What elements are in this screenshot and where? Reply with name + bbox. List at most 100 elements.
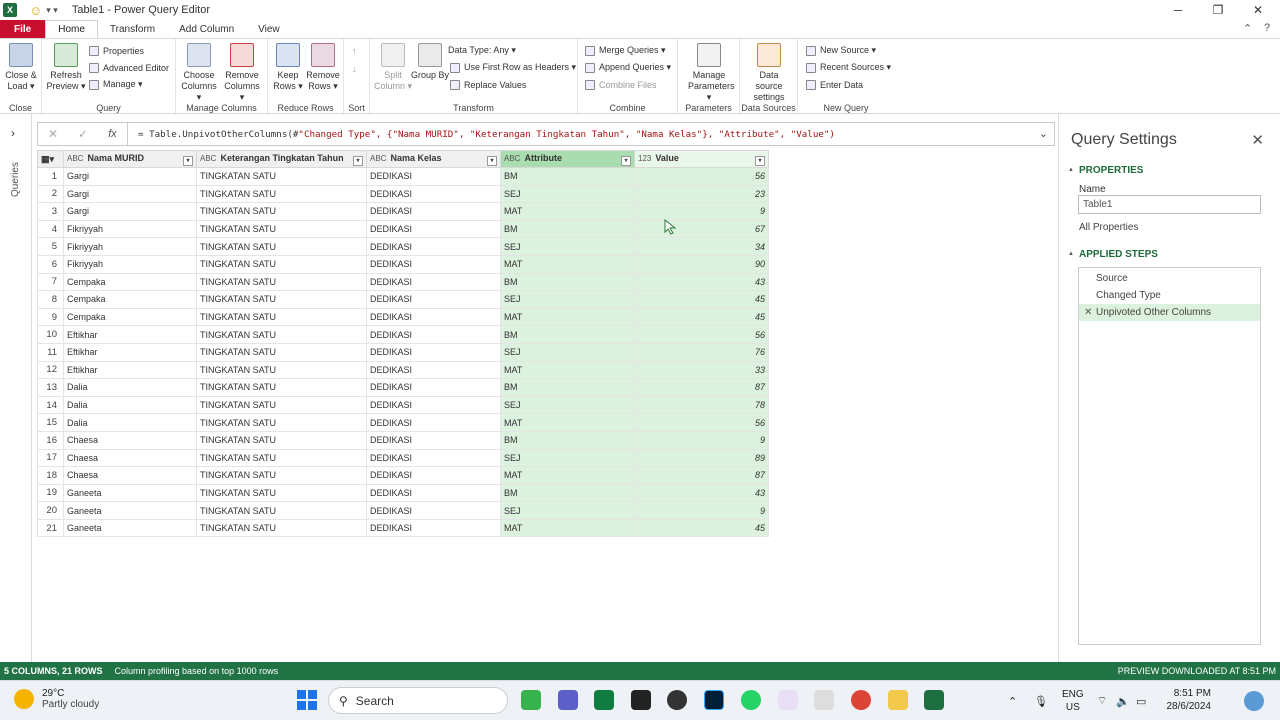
tab-add-column[interactable]: Add Column <box>167 20 246 38</box>
cell-nama-kelas[interactable]: DEDIKASI <box>366 430 501 450</box>
row-number[interactable]: 8 <box>37 290 64 309</box>
cell-nama-murid[interactable]: Eftikhar <box>63 360 197 380</box>
table-row[interactable]: 4 Fikriyyah TINGKATAN SATU DEDIKASI BM 67 <box>37 219 769 239</box>
cell-value[interactable]: 45 <box>634 307 769 327</box>
obs-icon[interactable] <box>667 690 687 710</box>
cell-attribute[interactable]: SEJ <box>500 501 635 520</box>
collapse-ribbon-icon[interactable]: ⌃ <box>1243 22 1252 35</box>
data-grid[interactable]: ▦▾ ABC Nama MURID ▾ ABC Keterangan Tingkata… <box>37 150 769 538</box>
row-number[interactable]: 16 <box>37 430 64 450</box>
row-number[interactable]: 14 <box>37 395 64 415</box>
cell-attribute[interactable]: MAT <box>500 202 635 221</box>
cell-value[interactable]: 45 <box>634 518 769 538</box>
combine-files-button[interactable]: Combine Files <box>585 77 657 92</box>
cell-nama-kelas[interactable]: DEDIKASI <box>366 325 501 344</box>
row-number[interactable]: 21 <box>37 518 64 538</box>
cell-keterangan[interactable]: TINGKATAN SATU <box>196 483 367 503</box>
column-header-nama-kelas[interactable]: ABC Nama Kelas ▾ <box>366 150 501 168</box>
cell-value[interactable]: 76 <box>634 342 769 362</box>
cell-nama-murid[interactable]: Cempaka <box>63 272 197 292</box>
cell-attribute[interactable]: MAT <box>500 413 635 432</box>
snipping-tool-icon[interactable] <box>778 690 798 710</box>
weather-widget[interactable]: 29°C Partly cloudy <box>14 688 99 710</box>
row-number[interactable]: 12 <box>37 360 64 380</box>
copilot-icon[interactable] <box>1244 691 1264 711</box>
queries-pane[interactable]: › Queries <box>0 114 32 662</box>
cell-attribute[interactable]: SEJ <box>500 290 635 309</box>
commit-formula-icon[interactable]: ✓ <box>68 127 98 141</box>
table-row[interactable]: 12 Eftikhar TINGKATAN SATU DEDIKASI MAT 33 <box>37 360 769 380</box>
remove-rows-button[interactable]: Remove Rows ▾ <box>303 43 343 92</box>
filter-dropdown-icon[interactable]: ▾ <box>183 155 193 166</box>
cell-nama-murid[interactable]: Cempaka <box>63 290 197 309</box>
sort-descending-icon[interactable]: ↓ <box>352 61 357 76</box>
cell-keterangan[interactable]: TINGKATAN SATU <box>196 167 367 186</box>
cell-value[interactable]: 45 <box>634 290 769 309</box>
cell-nama-kelas[interactable]: DEDIKASI <box>366 254 501 274</box>
recent-sources-button[interactable]: Recent Sources ▾ <box>806 60 891 75</box>
merge-queries-button[interactable]: Merge Queries ▾ <box>585 43 666 58</box>
row-number[interactable]: 3 <box>37 202 64 221</box>
advanced-editor-button[interactable]: Advanced Editor <box>89 60 169 75</box>
cell-nama-kelas[interactable]: DEDIKASI <box>366 483 501 503</box>
cell-nama-kelas[interactable]: DEDIKASI <box>366 518 501 538</box>
table-row[interactable]: 9 Cempaka TINGKATAN SATU DEDIKASI MAT 45 <box>37 307 769 327</box>
cell-nama-murid[interactable]: Dalia <box>63 413 197 432</box>
cell-attribute[interactable]: BM <box>500 430 635 450</box>
capcut-icon[interactable] <box>631 690 651 710</box>
cell-keterangan[interactable]: TINGKATAN SATU <box>196 413 367 432</box>
expand-formula-icon[interactable]: ⌄ <box>1039 127 1048 140</box>
cell-attribute[interactable]: BM <box>500 325 635 344</box>
cell-keterangan[interactable]: TINGKATAN SATU <box>196 378 367 397</box>
cell-nama-kelas[interactable]: DEDIKASI <box>366 184 501 204</box>
cell-keterangan[interactable]: TINGKATAN SATU <box>196 342 367 362</box>
type-icon[interactable]: ABC <box>67 154 83 163</box>
append-queries-button[interactable]: Append Queries ▾ <box>585 60 671 75</box>
photoshop-icon[interactable] <box>704 690 724 710</box>
filter-dropdown-icon[interactable]: ▾ <box>353 155 363 166</box>
sort-ascending-icon[interactable]: ↑ <box>352 43 357 58</box>
maximize-button[interactable]: ❐ <box>1198 0 1238 20</box>
column-header-keterangan[interactable]: ABC Keterangan Tingkatan Tahun ▾ <box>196 150 367 168</box>
cell-nama-murid[interactable]: Fikriyyah <box>63 254 197 274</box>
row-number[interactable]: 9 <box>37 307 64 327</box>
cell-nama-murid[interactable]: Chaesa <box>63 466 197 485</box>
cell-attribute[interactable]: MAT <box>500 254 635 274</box>
cell-keterangan[interactable]: TINGKATAN SATU <box>196 290 367 309</box>
row-number[interactable]: 7 <box>37 272 64 292</box>
cell-keterangan[interactable]: TINGKATAN SATU <box>196 325 367 344</box>
refresh-preview-button[interactable]: Refresh Preview ▾ <box>46 43 86 92</box>
wifi-icon[interactable]: ⌔ <box>1097 681 1107 721</box>
cell-keterangan[interactable]: TINGKATAN SATU <box>196 307 367 327</box>
table-row[interactable]: 8 Cempaka TINGKATAN SATU DEDIKASI SEJ 45 <box>37 290 769 309</box>
cell-attribute[interactable]: BM <box>500 272 635 292</box>
table-row[interactable]: 13 Dalia TINGKATAN SATU DEDIKASI BM 87 <box>37 378 769 397</box>
cell-attribute[interactable]: SEJ <box>500 395 635 415</box>
tab-home[interactable]: Home <box>45 20 98 38</box>
row-number[interactable]: 4 <box>37 219 64 239</box>
group-by-button[interactable]: Group By <box>410 43 450 81</box>
cell-value[interactable]: 9 <box>634 202 769 221</box>
applied-steps-header[interactable]: APPLIED STEPS <box>1068 249 1158 260</box>
query-name-input[interactable]: Table1 <box>1078 195 1261 214</box>
row-number[interactable]: 19 <box>37 483 64 503</box>
cell-value[interactable]: 89 <box>634 448 769 468</box>
cell-nama-kelas[interactable]: DEDIKASI <box>366 290 501 309</box>
row-number[interactable]: 11 <box>37 342 64 362</box>
row-number[interactable]: 20 <box>37 501 64 520</box>
cell-keterangan[interactable]: TINGKATAN SATU <box>196 518 367 538</box>
minimize-button[interactable]: ─ <box>1158 0 1198 20</box>
whatsapp-icon[interactable] <box>741 690 761 710</box>
cell-keterangan[interactable]: TINGKATAN SATU <box>196 501 367 520</box>
table-row[interactable]: 20 Ganeeta TINGKATAN SATU DEDIKASI SEJ 9 <box>37 501 769 520</box>
tab-transform[interactable]: Transform <box>98 20 167 38</box>
row-number[interactable]: 13 <box>37 378 64 397</box>
file-explorer-icon[interactable] <box>888 690 908 710</box>
cell-value[interactable]: 43 <box>634 483 769 503</box>
table-row[interactable]: 18 Chaesa TINGKATAN SATU DEDIKASI MAT 87 <box>37 466 769 485</box>
cell-attribute[interactable]: BM <box>500 483 635 503</box>
clock[interactable]: 8:51 PM 28/6/2024 <box>1157 687 1212 713</box>
teams-icon[interactable] <box>558 690 578 710</box>
cell-value[interactable]: 33 <box>634 360 769 380</box>
cell-nama-kelas[interactable]: DEDIKASI <box>366 360 501 380</box>
